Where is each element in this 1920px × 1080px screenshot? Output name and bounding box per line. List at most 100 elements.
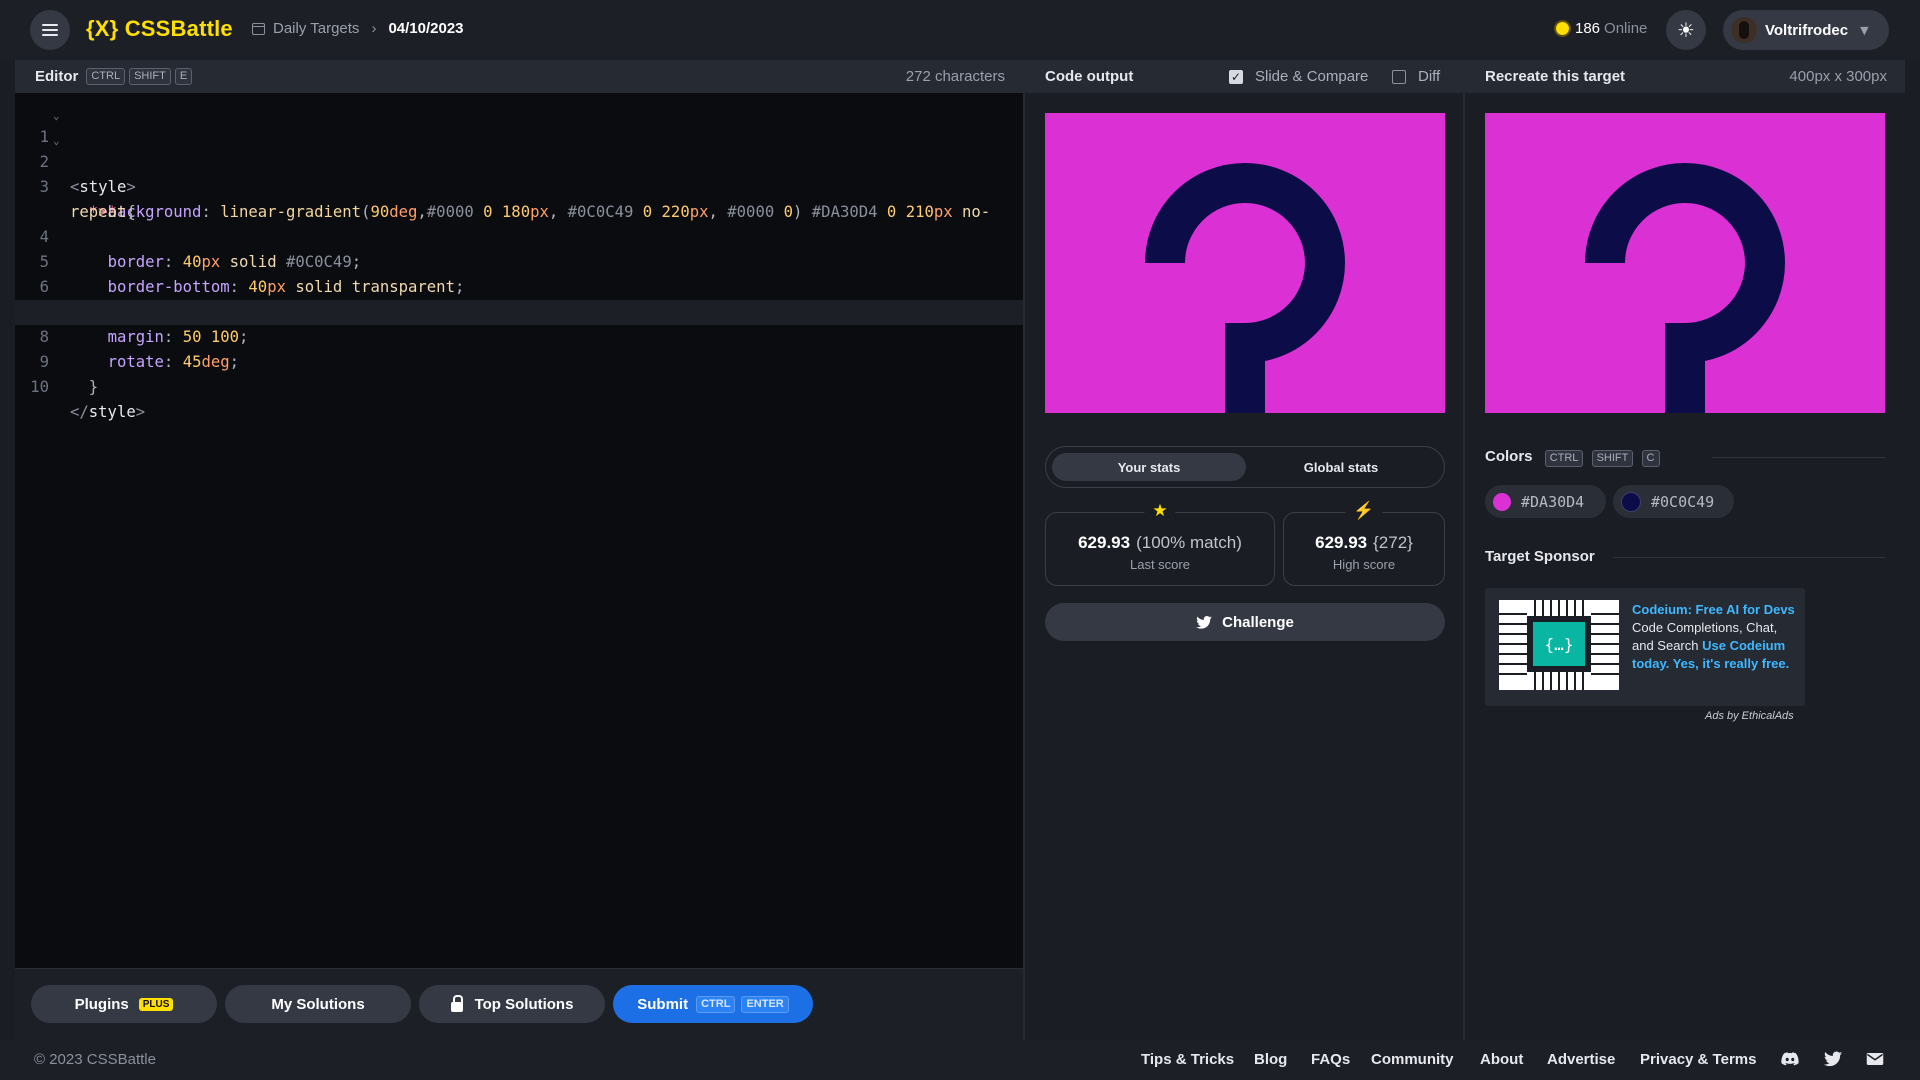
code-line[interactable]: 5 border-bottom: 40px solid transparent; (15, 225, 1023, 296)
kbd-ctrl: CTRL (1544, 450, 1584, 467)
last-score-card: ★ 629.93 (100% match) Last score (1045, 501, 1275, 586)
output-title: Code output (1045, 68, 1134, 85)
menu-button[interactable] (30, 10, 70, 50)
ad-text[interactable]: Codeium: Free AI for Devs Code Completio… (1632, 601, 1797, 673)
codeium-ad-image[interactable]: {…} (1499, 600, 1619, 690)
svg-text:{…}: {…} (1545, 635, 1574, 654)
submit-button[interactable]: Submit CTRL ENTER (613, 985, 813, 1023)
checkbox-checked-icon[interactable]: ✓ (1229, 69, 1243, 84)
ad-headline[interactable]: Codeium: Free AI for Devs (1632, 602, 1795, 617)
kbd-enter: ENTER (741, 995, 789, 1013)
tab-global-stats[interactable]: Global stats (1244, 453, 1438, 481)
sponsor-ad[interactable]: {…} Codeium: Free AI for Devs Code Compl… (1485, 588, 1805, 706)
stats-toggle: Your stats Global stats (1045, 446, 1445, 488)
my-solutions-button[interactable]: My Solutions (225, 985, 411, 1023)
challenge-button[interactable]: Challenge (1045, 603, 1445, 641)
code-line[interactable]: 2 ⌄ *>* { (15, 125, 1023, 221)
ring-arc (1585, 163, 1785, 363)
checkbox-icon[interactable] (1392, 69, 1406, 84)
hamburger-icon (42, 24, 58, 36)
swatch-icon (1493, 492, 1511, 511)
mail-icon[interactable] (1866, 1051, 1884, 1067)
color-chip-secondary[interactable]: #0C0C49 (1613, 485, 1734, 518)
output-header: Code output ✓ Slide & Compare Diff (1025, 60, 1463, 93)
caret-down-icon: ▼ (1860, 23, 1869, 37)
ads-attribution[interactable]: Ads by EthicalAds (1705, 710, 1794, 722)
online-count: 186 (1575, 20, 1601, 37)
code-line[interactable]: repeat; (15, 175, 1023, 221)
chevron-right-icon: › (371, 20, 377, 37)
code-line[interactable]: 4 border: 40px solid #0C0C49; (15, 200, 1023, 271)
plugins-label: Plugins (74, 995, 129, 1013)
code-editor[interactable]: 1 ⌄ <style> 2 ⌄ *>* { 3 background: line… (15, 93, 1023, 968)
last-score-detail: (100% match) (1136, 533, 1242, 552)
challenge-label: Challenge (1222, 613, 1294, 631)
code-line[interactable]: 3 background: linear-gradient(90deg,#000… (15, 150, 1023, 221)
top-solutions-button[interactable]: Top Solutions (419, 985, 605, 1023)
star-icon: ★ (1144, 501, 1176, 521)
target-title: Recreate this target (1485, 68, 1626, 85)
footer-link-blog[interactable]: Blog (1254, 1051, 1287, 1068)
editor-title: Editor (35, 68, 79, 85)
logo[interactable]: {X} CSSBattle (86, 16, 233, 42)
copyright: © 2023 CSSBattle (34, 1051, 156, 1068)
footer-link-tips[interactable]: Tips & Tricks (1141, 1051, 1234, 1068)
slide-compare-toggle[interactable]: ✓ Slide & Compare (1229, 68, 1368, 85)
color-hex: #DA30D4 (1521, 492, 1585, 511)
swatch-icon (1621, 491, 1641, 512)
ring-stem (1225, 323, 1265, 413)
divider (1463, 60, 1465, 1040)
section-divider (1712, 457, 1885, 458)
breadcrumb-daily-targets[interactable]: Daily Targets (273, 20, 359, 37)
kbd-e: E (174, 68, 193, 85)
footer-link-advertise[interactable]: Advertise (1547, 1051, 1615, 1068)
user-menu-button[interactable]: Voltrifrodec ▼ (1723, 10, 1889, 50)
lightning-icon: ⚡ (1345, 501, 1383, 521)
ring-stem (1665, 323, 1705, 413)
code-line[interactable]: 7 margin: 50 100; (15, 275, 1023, 346)
chip-icon: {…} (1499, 600, 1619, 690)
calendar-icon (252, 22, 265, 35)
target-size: 400px x 300px (1789, 68, 1887, 85)
target-header: Recreate this target 400px x 300px (1465, 60, 1905, 93)
twitter-icon (1196, 615, 1212, 629)
footer-link-community[interactable]: Community (1371, 1051, 1454, 1068)
color-chip-primary[interactable]: #DA30D4 (1485, 485, 1606, 518)
code-line[interactable]: 10 </style> (15, 350, 1023, 421)
code-line[interactable]: 1 ⌄ <style> (15, 100, 1023, 196)
theme-toggle-button[interactable]: ☀ (1666, 10, 1706, 50)
high-score-value: 629.93 (1315, 533, 1368, 552)
breadcrumb: Daily Targets › 04/10/2023 (252, 20, 464, 37)
colors-title: Colors (1485, 448, 1533, 465)
online-label: Online (1604, 20, 1648, 37)
kbd-ctrl: CTRL (696, 995, 736, 1013)
top-bar: {X} CSSBattle Daily Targets › 04/10/2023… (0, 0, 1920, 60)
discord-icon[interactable] (1781, 1051, 1799, 1067)
twitter-icon[interactable] (1824, 1051, 1842, 1067)
divider (1023, 60, 1025, 1040)
kbd-shift: SHIFT (129, 68, 171, 85)
last-score-value: 629.93 (1078, 533, 1131, 552)
last-score-label: Last score (1130, 557, 1190, 572)
submit-label: Submit (637, 995, 689, 1013)
code-line[interactable]: 6 border-radius: 50%; (15, 250, 1023, 321)
high-score-label: High score (1332, 557, 1396, 572)
target-shape (1585, 163, 1785, 413)
footer-link-about[interactable]: About (1480, 1051, 1523, 1068)
code-output-canvas[interactable] (1045, 113, 1445, 413)
online-indicator: 186 Online (1556, 20, 1647, 37)
section-divider (1613, 557, 1885, 558)
diff-toggle[interactable]: Diff (1392, 68, 1440, 85)
target-canvas[interactable] (1485, 113, 1885, 413)
code-line[interactable]: 9 } (15, 325, 1023, 396)
kbd-ctrl: CTRL (86, 68, 126, 85)
code-line-active[interactable]: 8 rotate: 45deg; (15, 300, 1023, 371)
color-hex: #0C0C49 (1651, 492, 1715, 511)
footer-link-faqs[interactable]: FAQs (1311, 1051, 1350, 1068)
tab-your-stats[interactable]: Your stats (1052, 453, 1246, 481)
footer-link-privacy[interactable]: Privacy & Terms (1640, 1051, 1756, 1068)
sun-icon: ☀ (1677, 18, 1695, 42)
plugins-button[interactable]: Plugins PLUS (31, 985, 217, 1023)
slide-compare-label: Slide & Compare (1255, 68, 1369, 85)
plus-badge: PLUS (138, 997, 174, 1011)
